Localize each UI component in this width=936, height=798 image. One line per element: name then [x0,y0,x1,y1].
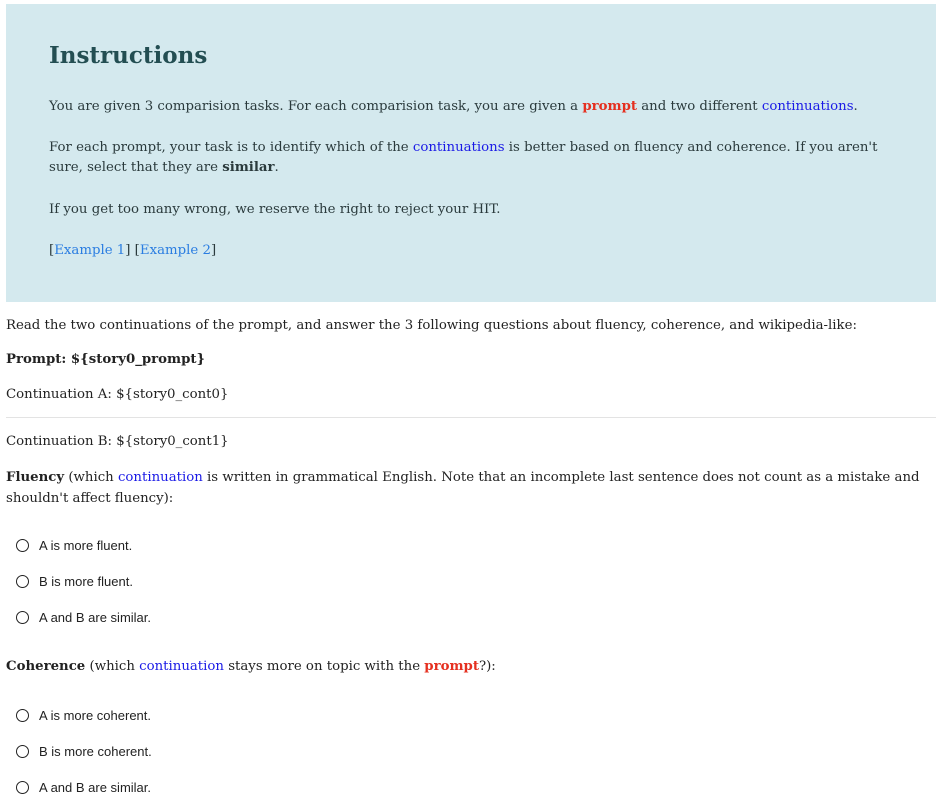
prompt-line: Prompt: ${story0_prompt} [6,352,206,367]
fluency-option-b[interactable]: B is more fluent. [16,574,133,589]
continuations-term: continuations [761,99,854,114]
continuations-term: continuations [412,140,505,155]
similar-term: similar [222,160,275,175]
prompt-term: prompt [582,99,638,114]
radio-button[interactable] [16,611,29,624]
coherence-option-b[interactable]: B is more coherent. [16,744,152,759]
coherence-option-a[interactable]: A is more coherent. [16,708,151,723]
instructions-paragraph-2: For each prompt, your task is to identif… [49,140,878,175]
instructions-paragraph-1: You are given 3 comparision tasks. For e… [49,99,858,114]
fluency-question: Fluency (which continuation is written i… [6,470,920,506]
coherence-option-similar[interactable]: A and B are similar. [16,780,151,795]
radio-button[interactable] [16,575,29,588]
continuation-b-line: Continuation B: ${story0_cont1} [6,434,229,449]
instructions-paragraph-3: If you get too many wrong, we reserve th… [49,202,501,217]
radio-button[interactable] [16,781,29,794]
example-2-link[interactable]: Example 2 [140,243,211,258]
instructions-panel: Instructions You are given 3 comparision… [6,4,936,302]
coherence-question: Coherence (which continuation stays more… [6,659,496,674]
continuation-a-line: Continuation A: ${story0_cont0} [6,387,229,402]
instructions-title: Instructions [49,42,208,69]
radio-button[interactable] [16,709,29,722]
example-1-link[interactable]: Example 1 [54,243,125,258]
divider [6,417,936,418]
intro-text: Read the two continuations of the prompt… [6,318,857,333]
radio-button[interactable] [16,539,29,552]
fluency-option-a[interactable]: A is more fluent. [16,538,132,553]
radio-button[interactable] [16,745,29,758]
example-links: [Example 1] [Example 2] [49,243,217,258]
fluency-option-similar[interactable]: A and B are similar. [16,610,151,625]
